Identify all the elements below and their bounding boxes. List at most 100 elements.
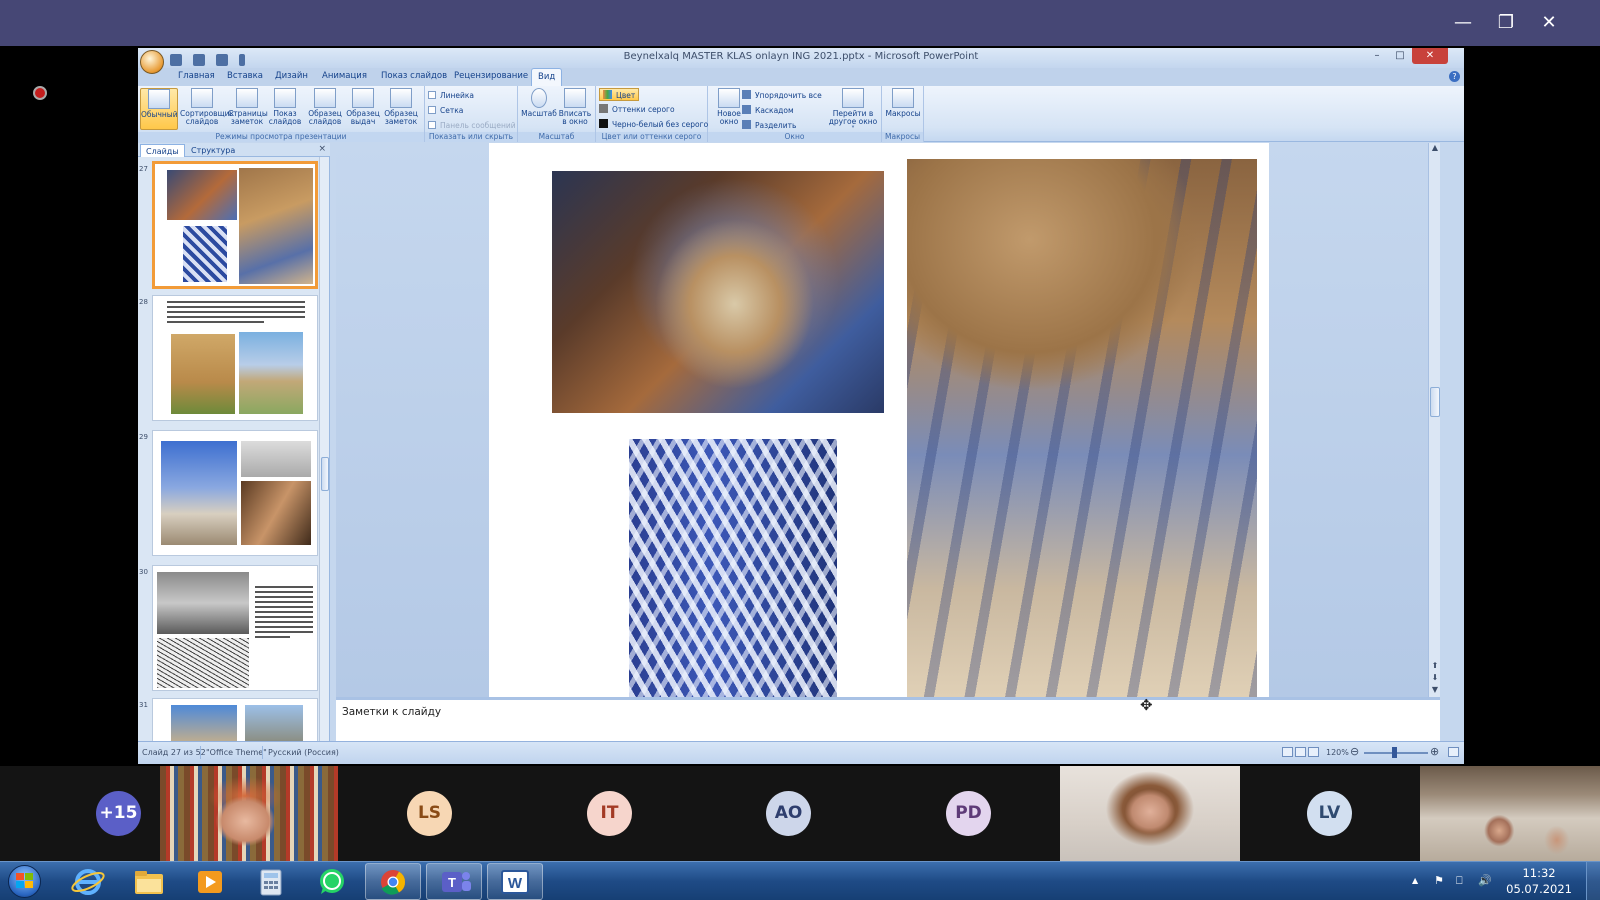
sorter-view-status-icon[interactable] bbox=[1295, 747, 1306, 757]
cascade-button[interactable]: Каскадом bbox=[742, 104, 794, 117]
internet-explorer-button[interactable] bbox=[60, 863, 116, 900]
recording-indicator-icon bbox=[33, 86, 47, 100]
scroll-up-icon[interactable]: ▲ bbox=[1429, 143, 1441, 152]
grid-checkbox[interactable]: Сетка bbox=[428, 104, 463, 117]
system-clock[interactable]: 11:32 05.07.2021 bbox=[1506, 865, 1572, 897]
host-minimize-button[interactable]: — bbox=[1449, 10, 1477, 36]
language-indicator[interactable]: Русский (Россия) bbox=[268, 748, 339, 757]
panel-scroll-thumb[interactable] bbox=[321, 457, 329, 491]
color-button[interactable]: Цвет bbox=[599, 88, 640, 101]
slide-thumbnail-29[interactable] bbox=[152, 430, 318, 556]
thumb-image bbox=[241, 441, 311, 477]
participant-avatar-lv[interactable]: LV bbox=[1307, 791, 1352, 836]
slide-sorter-button[interactable]: Сортировщик слайдов bbox=[180, 88, 234, 130]
host-restore-button[interactable]: ❐ bbox=[1492, 10, 1520, 36]
network-icon[interactable]: ⎕ bbox=[1456, 874, 1463, 888]
word-button[interactable]: W bbox=[487, 863, 543, 900]
participant-avatar-pd[interactable]: PD bbox=[946, 791, 991, 836]
slide-master-button[interactable]: Образец слайдов bbox=[306, 88, 344, 130]
media-player-button[interactable] bbox=[182, 863, 238, 900]
notes-page-label-2: заметок bbox=[230, 117, 264, 126]
slide-thumbnail-27[interactable] bbox=[152, 161, 318, 289]
slide-master-label-2: слайдов bbox=[308, 117, 342, 126]
zoom-level[interactable]: 120% bbox=[1326, 748, 1349, 757]
arrange-all-button[interactable]: Упорядочить все bbox=[742, 89, 822, 102]
participant-video-2[interactable] bbox=[1420, 766, 1600, 861]
host-close-button[interactable]: ✕ bbox=[1535, 10, 1563, 36]
tab-outline[interactable]: Структура bbox=[186, 144, 240, 157]
slide-image-mosque-interior[interactable] bbox=[552, 171, 884, 413]
office-button-icon[interactable] bbox=[140, 50, 164, 74]
tab-insert[interactable]: Вставка bbox=[227, 71, 263, 81]
show-desktop-button[interactable] bbox=[1586, 862, 1600, 900]
slide-thumbnail-28[interactable] bbox=[152, 295, 318, 421]
participant-avatar-ls[interactable]: LS bbox=[407, 791, 452, 836]
zoom-button[interactable]: Масштаб bbox=[520, 88, 558, 130]
file-explorer-button[interactable] bbox=[121, 863, 177, 900]
tab-slides[interactable]: Слайды bbox=[140, 144, 185, 157]
panel-close-icon[interactable]: × bbox=[318, 144, 326, 154]
slide-show-button[interactable]: Показ слайдов bbox=[266, 88, 304, 130]
group-show-hide: Линейка Сетка Панель сообщений Показать … bbox=[425, 86, 518, 142]
volume-icon[interactable]: 🔊 bbox=[1478, 874, 1492, 887]
slide-thumbnail-30[interactable] bbox=[152, 565, 318, 691]
close-button[interactable]: ✕ bbox=[1412, 48, 1448, 64]
thumb-image bbox=[239, 168, 313, 284]
prev-slide-icon[interactable]: ⬆ bbox=[1429, 661, 1441, 670]
teams-button[interactable]: T bbox=[426, 863, 482, 900]
calculator-button[interactable] bbox=[243, 863, 299, 900]
meeting-share-bar: — ❐ ✕ bbox=[0, 0, 1600, 46]
tab-view[interactable]: Вид bbox=[531, 68, 563, 86]
fit-slide-icon[interactable] bbox=[1448, 747, 1459, 757]
switch-windows-button[interactable]: Перейти в другое окно ˅ bbox=[826, 88, 880, 134]
handout-master-button[interactable]: Образец выдач bbox=[344, 88, 382, 130]
split-button[interactable]: Разделить bbox=[742, 119, 796, 132]
zoom-out-icon[interactable]: ⊖ bbox=[1350, 745, 1359, 758]
tab-slide-show[interactable]: Показ слайдов bbox=[381, 71, 447, 81]
action-center-flag-icon[interactable]: ⚑ bbox=[1434, 874, 1444, 887]
participant-initials: AO bbox=[774, 803, 803, 823]
notes-page-button[interactable]: Страницы заметок bbox=[228, 88, 268, 130]
message-bar-checkbox: Панель сообщений bbox=[428, 119, 516, 132]
slide-thumbnail-31[interactable] bbox=[152, 698, 318, 743]
minimize-button[interactable]: – bbox=[1366, 48, 1388, 64]
thumb-image bbox=[245, 705, 303, 742]
tab-design[interactable]: Дизайн bbox=[275, 71, 308, 81]
tab-animation[interactable]: Анимация bbox=[322, 71, 367, 81]
zoom-in-icon[interactable]: ⊕ bbox=[1430, 745, 1439, 758]
presenter-video[interactable] bbox=[160, 766, 338, 861]
whatsapp-button[interactable] bbox=[304, 863, 360, 900]
fit-to-window-button[interactable]: Вписать в окно bbox=[556, 88, 594, 130]
black-white-button[interactable]: Черно-белый без серого bbox=[599, 118, 708, 131]
slide-image-tile-panel[interactable] bbox=[629, 439, 837, 697]
ribbon: Обычный Сортировщик слайдов Страницы замет… bbox=[138, 86, 1464, 142]
slide-image-dome-interior[interactable] bbox=[907, 159, 1257, 697]
normal-view-status-icon[interactable] bbox=[1282, 747, 1293, 757]
notes-pane[interactable]: Заметки к слайду bbox=[336, 697, 1440, 741]
scroll-down-icon[interactable]: ▼ bbox=[1429, 685, 1441, 694]
macros-button[interactable]: Макросы bbox=[884, 88, 922, 130]
normal-view-button[interactable]: Обычный bbox=[140, 88, 178, 130]
more-participants-badge[interactable]: +15 bbox=[96, 791, 141, 836]
tab-review[interactable]: Рецензирование bbox=[454, 71, 528, 81]
editor-scrollbar[interactable]: ▲ ⬆ ⬇ ▼ bbox=[1428, 143, 1440, 697]
maximize-button[interactable]: □ bbox=[1389, 48, 1411, 64]
current-slide[interactable] bbox=[489, 143, 1269, 697]
slideshow-view-status-icon[interactable] bbox=[1308, 747, 1319, 757]
tab-home[interactable]: Главная bbox=[178, 71, 215, 81]
notes-master-button[interactable]: Образец заметок bbox=[382, 88, 420, 130]
zoom-slider-knob[interactable] bbox=[1392, 747, 1397, 758]
editor-scroll-thumb[interactable] bbox=[1430, 387, 1440, 417]
next-slide-icon[interactable]: ⬇ bbox=[1429, 673, 1441, 682]
participant-avatar-ao[interactable]: AO bbox=[766, 791, 811, 836]
thumb-text bbox=[167, 301, 305, 326]
chrome-button[interactable] bbox=[365, 863, 421, 900]
help-icon[interactable]: ? bbox=[1449, 71, 1460, 82]
start-button[interactable] bbox=[2, 863, 48, 900]
grayscale-button[interactable]: Оттенки серого bbox=[599, 103, 675, 116]
ruler-checkbox[interactable]: Линейка bbox=[428, 89, 474, 102]
show-hidden-icons[interactable]: ▲ bbox=[1412, 876, 1418, 885]
participant-video[interactable] bbox=[1060, 766, 1240, 861]
panel-scrollbar[interactable] bbox=[319, 157, 329, 743]
participant-avatar-it[interactable]: IT bbox=[587, 791, 632, 836]
